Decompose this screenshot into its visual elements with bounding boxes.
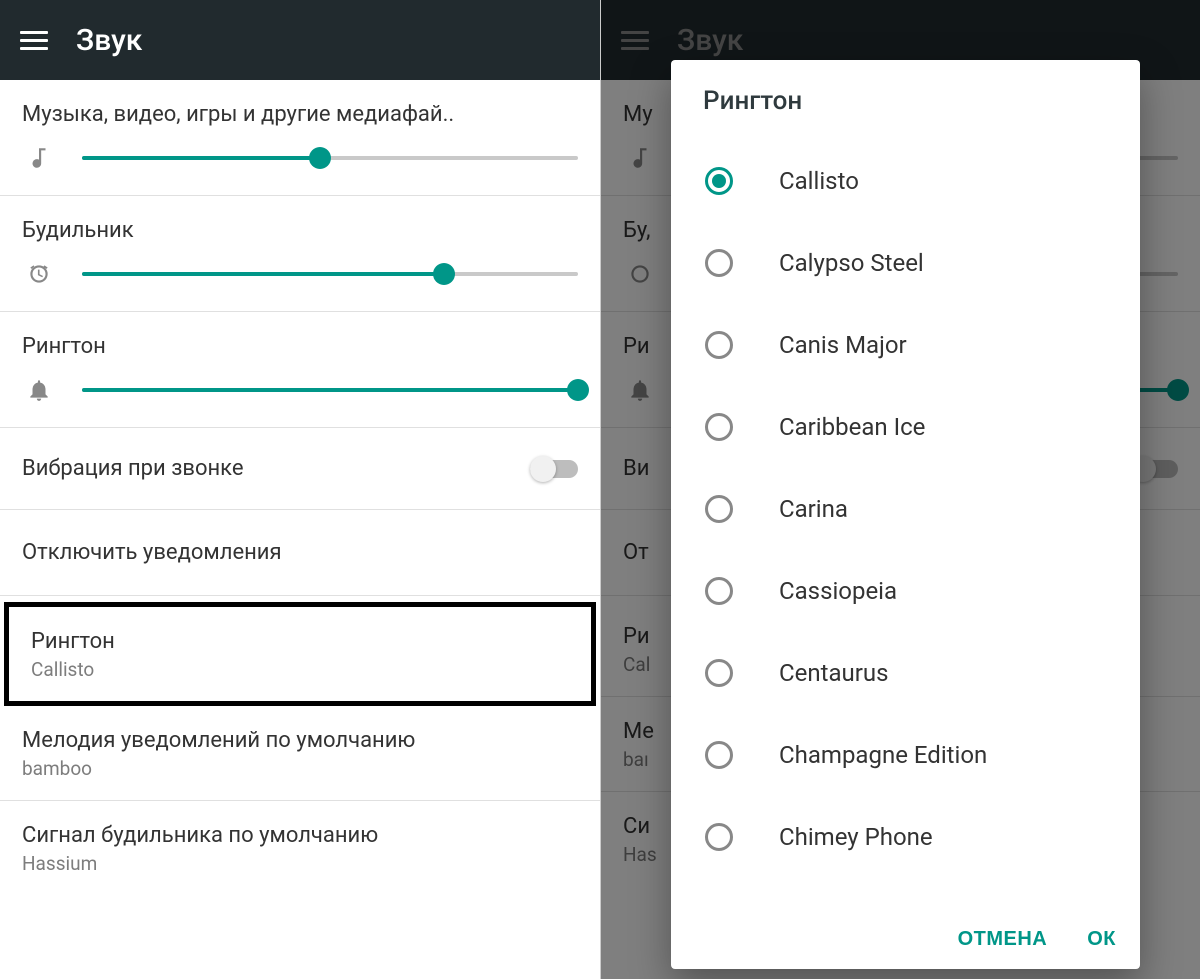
media-volume-setting: Музыка, видео, игры и другие медиафай..	[0, 80, 600, 196]
ringtone-option[interactable]: Caribbean Ice	[671, 386, 1140, 468]
notification-sound-label: Мелодия уведомлений по умолчанию	[22, 728, 578, 753]
ringtone-option-label: Callisto	[779, 167, 859, 195]
ringtone-option-label: Champagne Edition	[779, 741, 987, 769]
radio-icon[interactable]	[705, 413, 733, 441]
ringtone-option-label: Caribbean Ice	[779, 413, 925, 441]
ringtone-selection-row[interactable]: Рингтон Callisto	[4, 602, 596, 706]
ringtone-option[interactable]: Carina	[671, 468, 1140, 550]
vibrate-on-call-row[interactable]: Вибрация при звонке	[0, 428, 600, 510]
ringtone-option-label: Canis Major	[779, 331, 907, 359]
ringtone-option[interactable]: Cassiopeia	[671, 550, 1140, 632]
vibrate-toggle[interactable]	[530, 460, 578, 478]
radio-icon[interactable]	[705, 249, 733, 277]
ok-button[interactable]: ОК	[1087, 928, 1116, 951]
vibrate-label: Вибрация при звонке	[22, 456, 530, 481]
dnd-label: Отключить уведомления	[22, 540, 282, 565]
alarm-volume-slider[interactable]	[82, 272, 578, 276]
menu-icon[interactable]	[20, 26, 48, 55]
ringtone-option-label: Centaurus	[779, 659, 889, 687]
cancel-button[interactable]: ОТМЕНА	[958, 928, 1048, 951]
ringtone-option[interactable]: Chimey Phone	[671, 796, 1140, 878]
appbar: Звук	[0, 0, 600, 80]
ringtone-option[interactable]: Canis Major	[671, 304, 1140, 386]
media-volume-slider[interactable]	[82, 156, 578, 160]
radio-icon[interactable]	[705, 741, 733, 769]
ringtone-option[interactable]: Callisto	[671, 140, 1140, 222]
ringtone-volume-slider[interactable]	[82, 388, 578, 392]
alarm-sound-label: Сигнал будильника по умолчанию	[22, 823, 578, 848]
ringtone-volume-label: Рингтон	[22, 334, 578, 359]
ringtone-dialog: Рингтон Callisto Calypso Steel Canis Major…	[671, 60, 1140, 969]
dnd-row[interactable]: Отключить уведомления	[0, 510, 600, 596]
radio-icon[interactable]	[705, 331, 733, 359]
media-volume-label: Музыка, видео, игры и другие медиафай..	[22, 102, 578, 127]
ringtone-option[interactable]: Centaurus	[671, 632, 1140, 714]
alarm-sound-row[interactable]: Сигнал будильника по умолчанию Hassium	[0, 801, 600, 895]
radio-icon[interactable]	[705, 823, 733, 851]
ringtone-option[interactable]: Champagne Edition	[671, 714, 1140, 796]
bell-icon	[22, 377, 56, 403]
notification-sound-value: bamboo	[22, 757, 578, 780]
ringtone-option-label: Carina	[779, 495, 848, 523]
ringtone-option-label: Chimey Phone	[779, 823, 933, 851]
alarm-volume-setting: Будильник	[0, 196, 600, 312]
right-pane: Звук Му Бу,	[600, 0, 1200, 979]
dialog-title: Рингтон	[671, 60, 1140, 140]
left-pane: Звук Музыка, видео, игры и другие медиаф…	[0, 0, 600, 979]
ringtone-selection-value: Callisto	[31, 658, 569, 681]
radio-icon[interactable]	[705, 495, 733, 523]
alarm-icon	[22, 261, 56, 287]
page-title: Звук	[76, 23, 142, 58]
ringtone-selection-label: Рингтон	[31, 629, 569, 654]
ringtone-option-label: Calypso Steel	[779, 249, 924, 277]
notification-sound-row[interactable]: Мелодия уведомлений по умолчанию bamboo	[0, 706, 600, 801]
alarm-sound-value: Hassium	[22, 852, 578, 875]
note-icon	[22, 145, 56, 171]
ringtone-option-label: Cassiopeia	[779, 577, 897, 605]
radio-icon[interactable]	[705, 659, 733, 687]
radio-icon[interactable]	[705, 167, 733, 195]
alarm-volume-label: Будильник	[22, 218, 578, 243]
radio-icon[interactable]	[705, 577, 733, 605]
ringtone-option[interactable]: Calypso Steel	[671, 222, 1140, 304]
ringtone-volume-setting: Рингтон	[0, 312, 600, 428]
ringtone-list: Callisto Calypso Steel Canis Major Caribbea…	[671, 140, 1140, 914]
